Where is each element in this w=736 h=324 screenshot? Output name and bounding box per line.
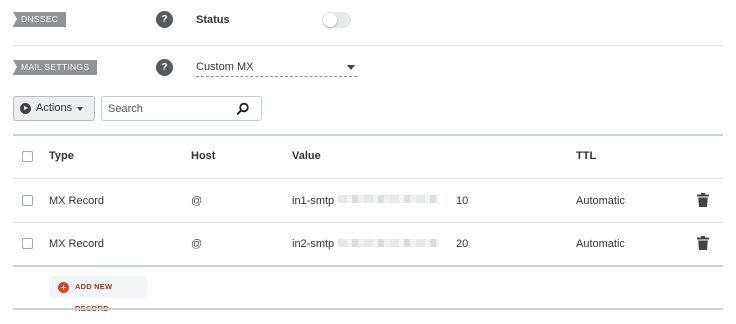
row-checkbox[interactable] bbox=[22, 238, 33, 249]
mail-settings-select[interactable]: Custom MX bbox=[196, 59, 357, 77]
column-header-ttl[interactable]: TTL bbox=[576, 150, 596, 162]
chevron-down-icon bbox=[77, 107, 83, 111]
add-new-record-button[interactable]: ADD NEW RECORD bbox=[49, 276, 147, 313]
actions-label: Actions bbox=[36, 102, 73, 114]
trash-icon[interactable] bbox=[697, 236, 709, 250]
dnssec-tag: DNSSEC bbox=[13, 12, 67, 27]
mail-settings-help-icon[interactable]: ? bbox=[156, 59, 173, 76]
row-host: @ bbox=[191, 195, 203, 207]
divider bbox=[13, 45, 723, 46]
redacted-value-blur bbox=[338, 195, 438, 203]
row-value: in2-smtp bbox=[292, 238, 335, 250]
row-type: MX Record bbox=[49, 195, 105, 207]
status-label: Status bbox=[196, 14, 230, 26]
row-host: @ bbox=[191, 238, 203, 250]
column-header-value[interactable]: Value bbox=[292, 150, 321, 162]
row-ttl: Automatic bbox=[576, 238, 625, 250]
plus-circle-icon bbox=[58, 282, 69, 293]
select-all-checkbox[interactable] bbox=[22, 151, 33, 162]
dnssec-help-icon[interactable]: ? bbox=[156, 11, 173, 28]
row-checkbox[interactable] bbox=[22, 195, 33, 206]
toggle-knob bbox=[323, 13, 337, 27]
mail-settings-selected-value: Custom MX bbox=[196, 61, 254, 73]
redacted-value-blur bbox=[338, 239, 438, 247]
search-icon[interactable] bbox=[236, 102, 250, 116]
row-priority: 10 bbox=[456, 195, 469, 207]
actions-button[interactable]: Actions bbox=[13, 96, 95, 121]
column-header-type[interactable]: Type bbox=[49, 150, 74, 162]
dnssec-status-toggle[interactable] bbox=[322, 12, 351, 28]
row-type: MX Record bbox=[49, 238, 105, 250]
row-divider bbox=[13, 222, 723, 223]
row-value: in1-smtp bbox=[292, 195, 335, 207]
search-box bbox=[101, 96, 262, 121]
play-circle-icon bbox=[20, 103, 31, 114]
table-bottom-border bbox=[13, 265, 723, 267]
row-ttl: Automatic bbox=[576, 195, 625, 207]
search-input[interactable] bbox=[108, 101, 233, 117]
table-top-border bbox=[13, 134, 723, 136]
mail-settings-tag: MAIL SETTINGS bbox=[13, 60, 98, 75]
trash-icon[interactable] bbox=[697, 193, 709, 207]
section-bottom-border bbox=[13, 308, 723, 310]
chevron-down-icon bbox=[347, 65, 355, 70]
row-divider bbox=[13, 178, 723, 179]
row-priority: 20 bbox=[456, 238, 469, 250]
column-header-host[interactable]: Host bbox=[191, 150, 215, 162]
